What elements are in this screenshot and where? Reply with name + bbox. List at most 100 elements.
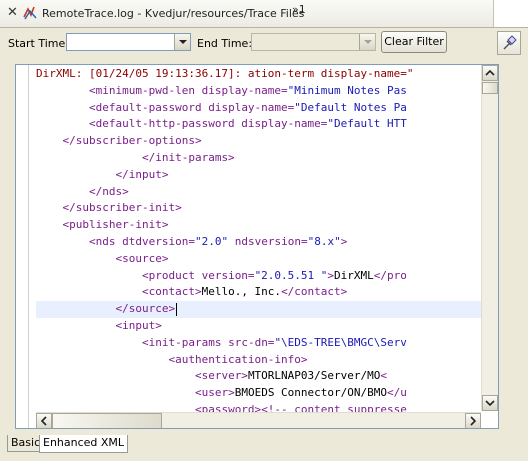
arrow-up-icon bbox=[485, 69, 495, 76]
code-token: </source> bbox=[115, 302, 176, 316]
arrow-down-icon bbox=[485, 400, 495, 407]
code-token: <authentication-info> bbox=[168, 352, 308, 366]
code-line[interactable]: </subscriber-options> bbox=[36, 133, 481, 150]
scroll-up-button[interactable] bbox=[482, 65, 498, 81]
code-line[interactable]: <contact>Mello., Inc.</contact> bbox=[36, 284, 481, 301]
code-token: </input> bbox=[115, 167, 169, 181]
scroll-right-button[interactable] bbox=[465, 413, 481, 428]
code-token: "Minimum Notes Pas bbox=[287, 83, 407, 97]
code-token: <default-http-password bbox=[88, 117, 235, 131]
code-token: "Default HTT bbox=[327, 117, 407, 131]
end-time-label: End Time: bbox=[197, 37, 253, 50]
code-token: </init-params> bbox=[141, 150, 235, 164]
vertical-scroll-thumb[interactable] bbox=[482, 82, 498, 94]
xml-editor[interactable]: DirXML: [01/24/05 19:13:36.17]: ation-te… bbox=[15, 64, 499, 429]
code-line[interactable]: DirXML: [01/24/05 19:13:36.17]: ation-te… bbox=[36, 66, 481, 83]
code-line[interactable]: <authentication-info> bbox=[36, 352, 481, 369]
code-token: <init-params bbox=[141, 335, 222, 349]
current-code-line[interactable]: </source> bbox=[36, 301, 481, 318]
horizontal-scroll-thumb[interactable] bbox=[52, 413, 162, 428]
code-token: <source> bbox=[115, 251, 169, 265]
code-token: </nds> bbox=[88, 184, 129, 198]
code-token: <server> bbox=[194, 369, 248, 383]
code-line[interactable]: <default-password display-name="Default … bbox=[36, 100, 481, 117]
code-token: <minimum-pwd-len bbox=[88, 83, 195, 97]
xml-code-area[interactable]: DirXML: [01/24/05 19:13:36.17]: ation-te… bbox=[36, 66, 481, 412]
code-token: </pro bbox=[373, 268, 407, 282]
close-icon[interactable]: ✕ bbox=[7, 5, 18, 20]
scroll-left-button[interactable] bbox=[36, 413, 52, 428]
arrow-left-icon bbox=[40, 416, 47, 426]
code-line[interactable]: <init-params src-dn="\EDS-TREE\BMGC\Serv bbox=[36, 335, 481, 352]
scroll-down-button[interactable] bbox=[482, 395, 498, 411]
code-line[interactable]: <publisher-init> bbox=[36, 217, 481, 234]
end-time-combo bbox=[251, 33, 376, 51]
code-token: <nds bbox=[88, 234, 116, 248]
code-line[interactable]: <minimum-pwd-len display-name="Minimum N… bbox=[36, 83, 481, 100]
end-time-dropdown-button bbox=[359, 34, 375, 50]
hidden-editors-indicator[interactable]: »1 bbox=[292, 3, 306, 16]
code-line[interactable]: <nds dtdversion="2.0" ndsversion="8.x"> bbox=[36, 234, 481, 251]
code-line[interactable]: <password><!-- content suppresse bbox=[36, 402, 481, 412]
arrow-right-icon bbox=[470, 416, 477, 426]
trace-file-icon bbox=[23, 6, 37, 20]
code-line[interactable]: <product version="2.0.5.51 ">DirXML</pro bbox=[36, 268, 481, 285]
editor-gutter bbox=[16, 65, 29, 428]
code-token: < bbox=[380, 369, 388, 383]
tab-enhanced-xml[interactable]: Enhanced XML bbox=[39, 435, 129, 453]
start-time-label: Start Time: bbox=[8, 37, 69, 50]
code-token: MTORLNAP03/Server/MO bbox=[247, 369, 381, 383]
code-line[interactable]: <server>MTORLNAP03/Server/MO< bbox=[36, 368, 481, 385]
horizontal-scrollbar[interactable] bbox=[36, 412, 481, 428]
code-token: src-dn= bbox=[221, 335, 275, 349]
pin-icon bbox=[503, 35, 517, 50]
code-line[interactable]: </init-params> bbox=[36, 150, 481, 167]
vertical-scrollbar[interactable] bbox=[481, 65, 498, 411]
code-token: DirXML bbox=[334, 268, 374, 282]
start-time-dropdown-button[interactable] bbox=[174, 34, 190, 50]
code-token: </subscriber-init> bbox=[62, 201, 182, 215]
pin-toolbar-button[interactable] bbox=[497, 31, 521, 55]
code-line[interactable]: </subscriber-init> bbox=[36, 200, 481, 217]
clear-filter-button[interactable]: Clear Filter bbox=[381, 31, 447, 53]
code-token: <publisher-init> bbox=[62, 218, 169, 232]
code-line[interactable]: <user>BMOEDS Connector/ON/BMO</u bbox=[36, 385, 481, 402]
code-token: display-name= bbox=[194, 83, 288, 97]
code-token: DirXML: [01/24/05 19:13:36.17]: ation-te… bbox=[36, 67, 414, 80]
code-token: <product bbox=[141, 268, 195, 282]
text-caret bbox=[176, 302, 178, 316]
code-line[interactable]: </input> bbox=[36, 167, 481, 184]
code-token: dtdversion= bbox=[115, 234, 195, 248]
code-token: </u bbox=[387, 386, 407, 400]
code-token: version= bbox=[194, 268, 255, 282]
code-token: <password> bbox=[194, 402, 262, 412]
code-token: BMOEDS Connector/ON/BMO bbox=[234, 386, 388, 400]
code-line[interactable]: </nds> bbox=[36, 184, 481, 201]
code-token: display-name= bbox=[234, 117, 328, 131]
start-time-combo[interactable] bbox=[66, 33, 191, 51]
code-token: > bbox=[340, 234, 348, 248]
code-token: </contact> bbox=[281, 285, 348, 299]
code-line[interactable]: <input> bbox=[36, 318, 481, 335]
code-token: "\EDS-TREE\BMGC\Serv bbox=[274, 335, 407, 349]
code-line[interactable]: <default-http-password display-name="Def… bbox=[36, 116, 481, 133]
window-title: RemoteTrace.log - Kvedjur/resources/Trac… bbox=[42, 7, 305, 20]
code-token: Mello., Inc. bbox=[201, 285, 282, 299]
code-line[interactable]: <source> bbox=[36, 251, 481, 268]
